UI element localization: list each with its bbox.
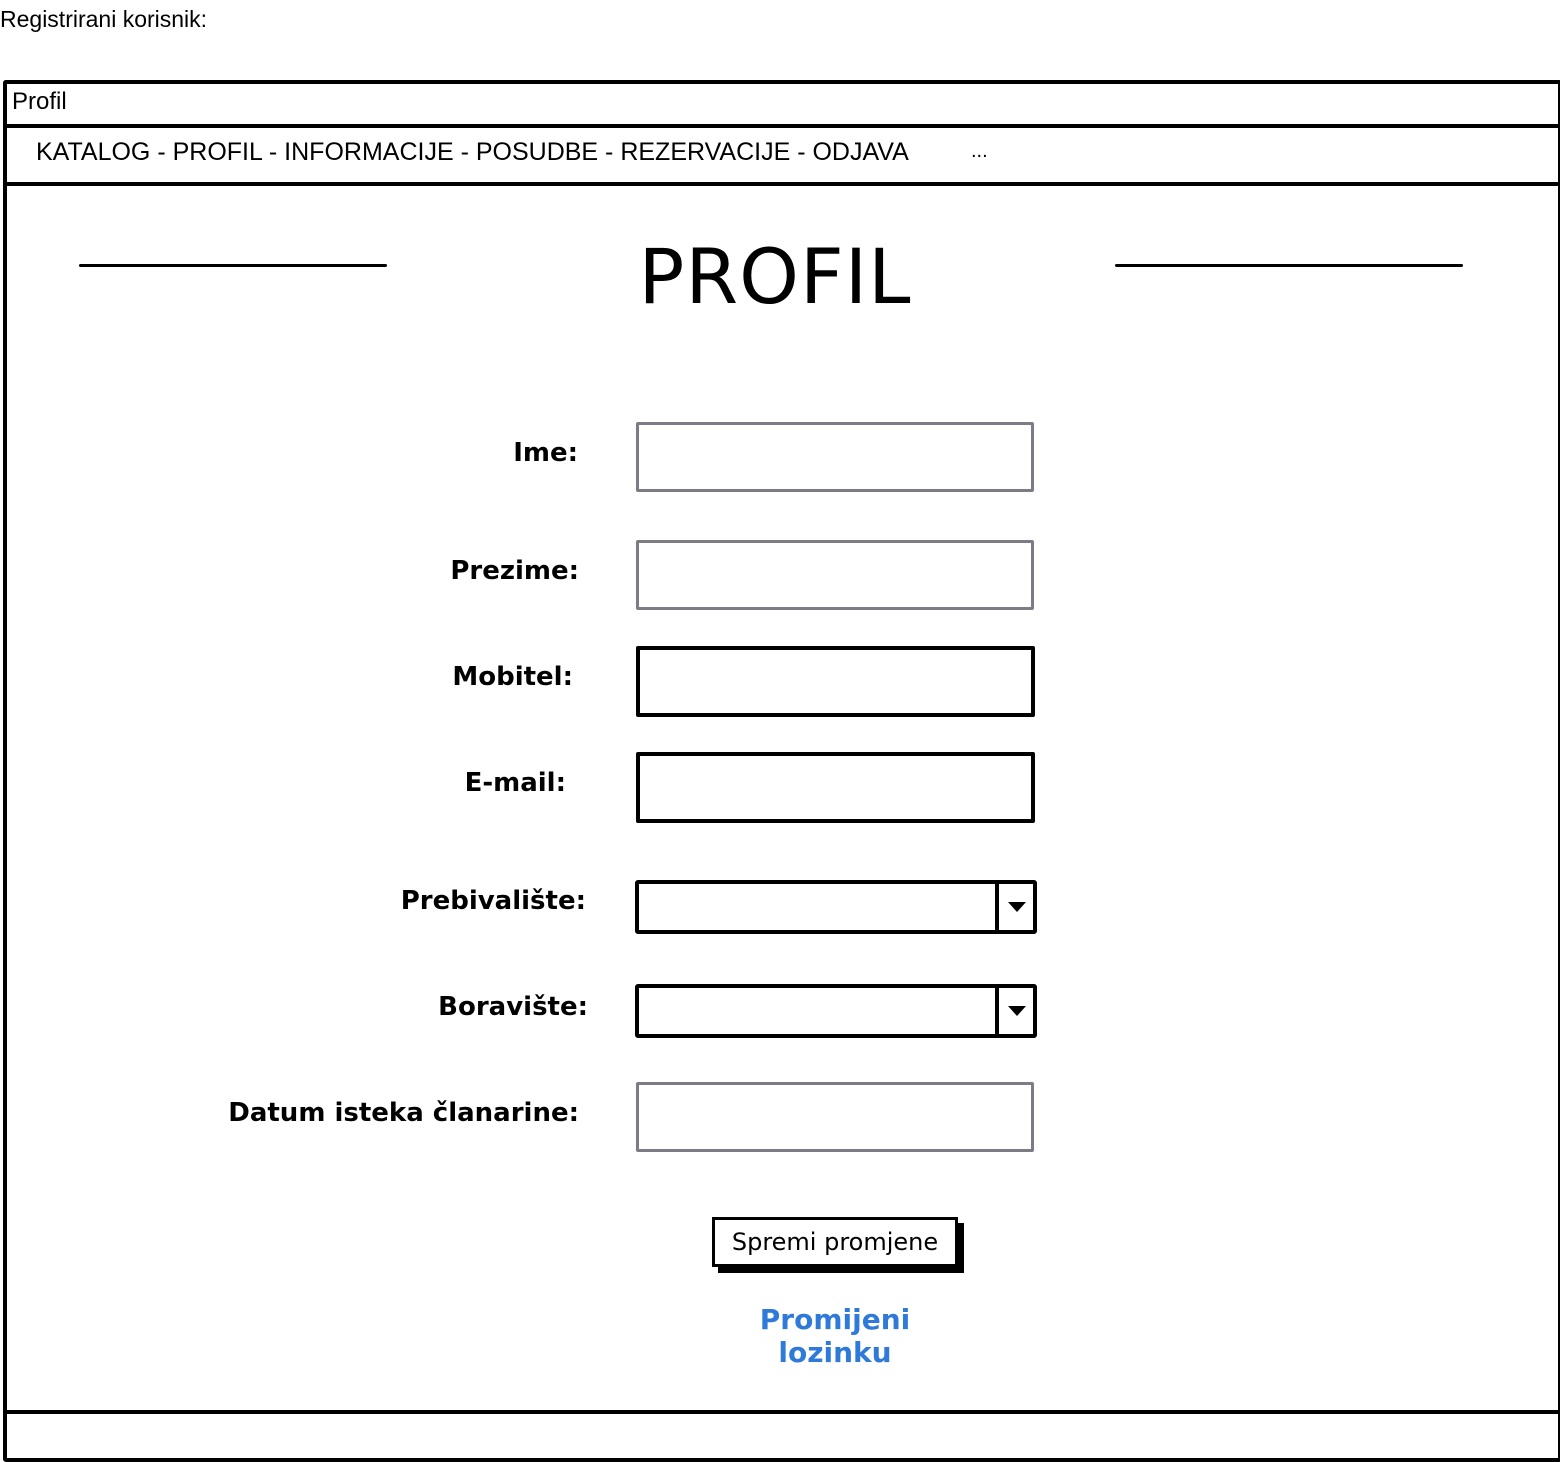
membership-expiry-field[interactable] xyxy=(636,1082,1034,1152)
boraviste-dropdown[interactable] xyxy=(635,984,1037,1038)
email-field[interactable] xyxy=(636,752,1035,823)
save-changes-button[interactable]: Spremi promjene xyxy=(712,1217,958,1267)
membership-expiry-label: Datum isteka članarine: xyxy=(228,1098,579,1128)
change-password-link[interactable]: Promijeni lozinku xyxy=(700,1303,970,1369)
prezime-label: Prezime: xyxy=(450,556,579,586)
ime-label: Ime: xyxy=(513,438,578,468)
window-title: Profil xyxy=(12,88,67,115)
chevron-down-icon[interactable] xyxy=(995,884,1033,930)
title-rule-right xyxy=(1115,264,1463,267)
window-titlebar xyxy=(3,80,1560,128)
nav-more-indicator: ... xyxy=(971,140,988,162)
prezime-field[interactable] xyxy=(636,540,1034,610)
ime-field[interactable] xyxy=(636,422,1034,492)
boraviste-label: Boravište: xyxy=(438,992,588,1022)
prebivaliste-label: Prebivalište: xyxy=(400,886,586,916)
nav-links[interactable]: KATALOG - PROFIL - INFORMACIJE - POSUDBE… xyxy=(36,138,909,167)
chevron-down-icon[interactable] xyxy=(995,988,1033,1034)
page-caption: Registrirani korisnik: xyxy=(0,6,208,32)
page-title: PROFIL xyxy=(638,232,912,321)
footer-divider xyxy=(3,1410,1558,1414)
prebivaliste-dropdown[interactable] xyxy=(635,880,1037,934)
title-rule-left xyxy=(79,264,387,267)
mobitel-label: Mobitel: xyxy=(452,662,573,692)
mobitel-field[interactable] xyxy=(636,646,1035,717)
email-label: E-mail: xyxy=(464,768,566,798)
